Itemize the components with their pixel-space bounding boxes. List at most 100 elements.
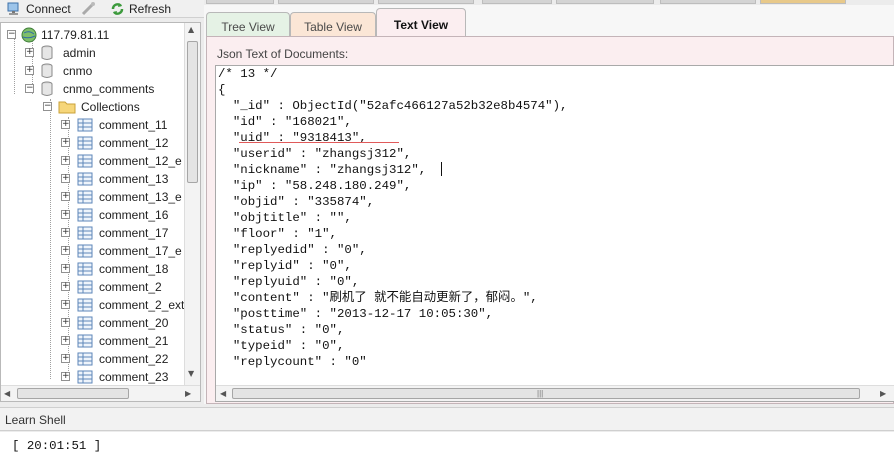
json-line: "id" : "168021",: [218, 115, 352, 129]
json-line: "userid" : "zhangsj312",: [218, 147, 412, 161]
collection-icon: [77, 351, 93, 370]
json-line: "typeid" : "0",: [218, 339, 345, 353]
expand-icon[interactable]: +: [25, 48, 34, 57]
collection-label: comment_21: [99, 334, 169, 348]
json-line: "_id" : ObjectId("52afc466127a52b32e8b45…: [218, 99, 568, 113]
database-icon: [40, 81, 54, 100]
scroll-thumb[interactable]: |||: [232, 388, 860, 399]
scroll-thumb[interactable]: [187, 41, 198, 183]
collection-label: comment_2_ext: [99, 298, 185, 312]
tree-vertical-scrollbar[interactable]: ▲ ▼: [184, 23, 200, 385]
collection-label: comment_23: [99, 370, 169, 384]
refresh-button[interactable]: Refresh: [110, 0, 171, 18]
expand-icon[interactable]: +: [61, 192, 70, 201]
expand-icon[interactable]: +: [61, 156, 70, 165]
expand-icon[interactable]: +: [61, 246, 70, 255]
collection-label: comment_12_e: [99, 154, 182, 168]
folder-label: Collections: [81, 100, 140, 114]
database-icon: [40, 45, 54, 64]
toolbar: Connect Refresh: [0, 0, 204, 18]
document-panel: Tree View Table View Text View Json Text…: [204, 5, 894, 404]
json-line: {: [218, 83, 226, 97]
tree-line: [14, 36, 15, 94]
json-line: "objid" : "335874",: [218, 195, 375, 209]
collection-icon: [77, 243, 93, 262]
collapse-icon[interactable]: −: [7, 30, 16, 39]
shell-output[interactable]: [ 20:01:51 ]: [0, 432, 894, 459]
disconnect-button[interactable]: [81, 0, 100, 18]
database-icon: [40, 63, 54, 82]
json-line: "content" : "刷机了 就不能自动更新了，郁闷。",: [218, 291, 538, 305]
json-line: "replyid" : "0",: [218, 259, 352, 273]
server-icon: [21, 27, 37, 46]
scroll-right-icon[interactable]: ▶: [880, 389, 886, 398]
spellcheck-underline: [239, 142, 399, 143]
scroll-right-icon[interactable]: ▶: [185, 389, 191, 398]
expand-icon[interactable]: +: [61, 372, 70, 381]
scroll-left-icon[interactable]: ◀: [4, 389, 10, 398]
collection-icon: [77, 333, 93, 352]
expand-icon[interactable]: +: [25, 66, 34, 75]
expand-icon[interactable]: +: [61, 282, 70, 291]
mongovue-window: Connect Refresh − 117.79.81.11 + admin +…: [0, 0, 894, 459]
json-line: "uid" : "9318413",: [218, 131, 367, 145]
collection-icon: [77, 315, 93, 334]
collection-icon: [77, 171, 93, 190]
collection-label: comment_22: [99, 352, 169, 366]
collection-icon: [77, 117, 93, 136]
expand-icon[interactable]: +: [61, 120, 70, 129]
collection-label: comment_17: [99, 226, 169, 240]
text-view-pane: Json Text of Documents: /* 13 */ { "_id" …: [206, 36, 894, 404]
json-text-label: Json Text of Documents:: [217, 47, 349, 61]
toolbar-strip: [660, 0, 756, 4]
collection-label: comment_13_e: [99, 190, 182, 204]
toolbar-strip: [482, 0, 552, 4]
shell-title: Learn Shell: [5, 413, 66, 427]
expand-icon[interactable]: +: [61, 318, 70, 327]
collection-label: comment_18: [99, 262, 169, 276]
json-line: "replyuid" : "0",: [218, 275, 360, 289]
collection-label: comment_13: [99, 172, 169, 186]
json-line: "status" : "0",: [218, 323, 345, 337]
expand-icon[interactable]: +: [61, 210, 70, 219]
collection-icon: [77, 297, 93, 316]
plug-icon: [81, 2, 96, 16]
toolbar-strip: [556, 0, 654, 4]
collection-icon: [77, 153, 93, 172]
toolbar-strip: [760, 0, 846, 4]
json-line: "floor" : "1",: [218, 227, 337, 241]
refresh-label: Refresh: [129, 2, 172, 16]
expand-icon[interactable]: +: [61, 300, 70, 309]
tree-horizontal-scrollbar[interactable]: ◀ ▶: [1, 385, 200, 401]
connect-button[interactable]: Connect: [7, 0, 71, 18]
connect-label: Connect: [26, 2, 71, 16]
thumb-grip-icon: |||: [537, 389, 544, 398]
collection-label: comment_2: [99, 280, 162, 294]
collection-label: comment_20: [99, 316, 169, 330]
database-label: cnmo: [63, 64, 93, 78]
editor-horizontal-scrollbar[interactable]: ◀ ||| ▶: [216, 385, 894, 401]
text-cursor: [441, 162, 442, 176]
expand-icon[interactable]: +: [61, 174, 70, 183]
database-explorer[interactable]: − 117.79.81.11 + admin + cnmo − cnmo_com…: [0, 22, 201, 402]
collapse-icon[interactable]: −: [43, 102, 52, 111]
expand-icon[interactable]: +: [61, 264, 70, 273]
json-line: "replyedid" : "0",: [218, 243, 367, 257]
collapse-icon[interactable]: −: [25, 84, 34, 93]
connect-icon: [7, 2, 22, 16]
collection-icon: [77, 261, 93, 280]
collection-label: comment_11: [99, 118, 168, 132]
scroll-thumb[interactable]: [17, 388, 129, 399]
tab-label: Tree View: [221, 19, 275, 34]
expand-icon[interactable]: +: [61, 354, 70, 363]
folder-icon: [58, 99, 76, 118]
tab-label: Text View: [393, 17, 449, 32]
scroll-left-icon[interactable]: ◀: [220, 389, 226, 398]
expand-icon[interactable]: +: [61, 138, 70, 147]
scroll-up-icon[interactable]: ▲: [188, 25, 194, 34]
json-text-editor[interactable]: /* 13 */ { "_id" : ObjectId("52afc466127a…: [215, 65, 894, 402]
collection-label: comment_16: [99, 208, 169, 222]
scroll-down-icon[interactable]: ▼: [188, 369, 194, 378]
expand-icon[interactable]: +: [61, 228, 70, 237]
expand-icon[interactable]: +: [61, 336, 70, 345]
